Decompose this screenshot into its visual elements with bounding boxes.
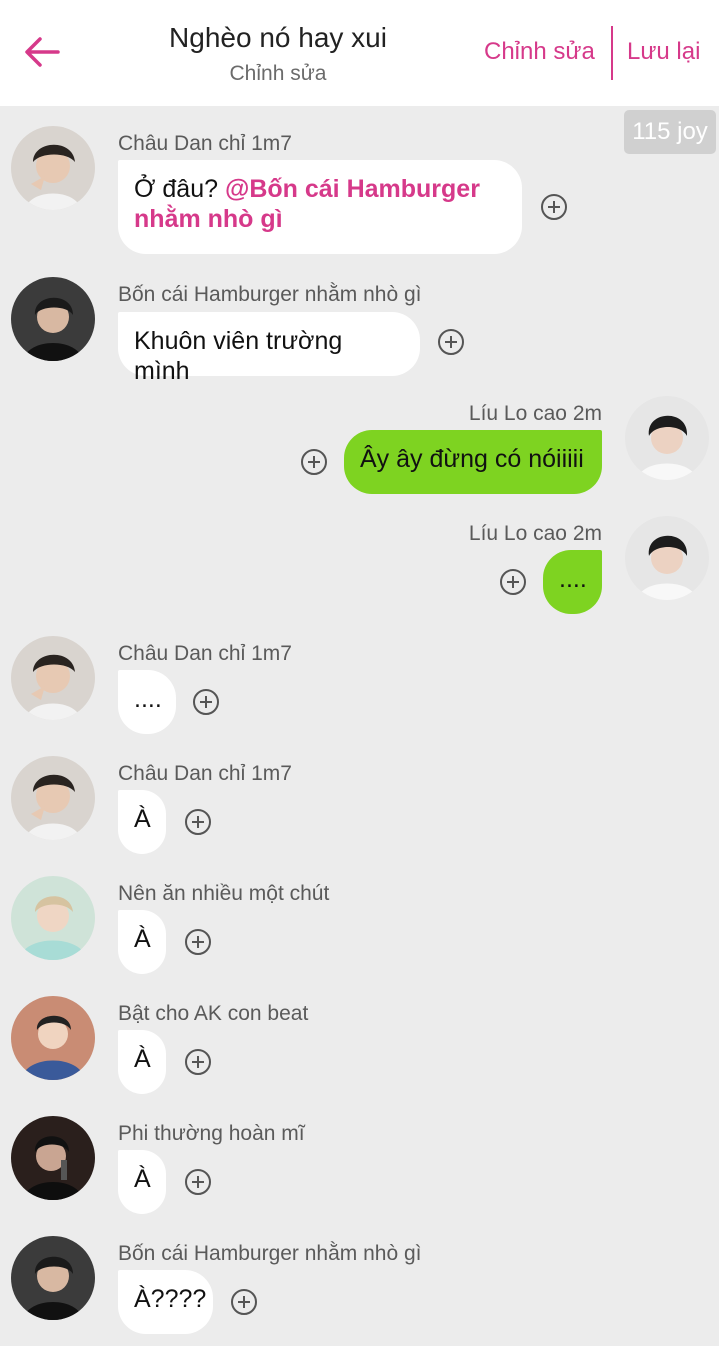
message-text: À (134, 925, 151, 953)
add-reaction-icon[interactable] (185, 1049, 211, 1075)
avatar[interactable] (11, 756, 95, 840)
message-text: .... (559, 565, 587, 593)
sender-name: Líu Lo cao 2m (468, 522, 602, 545)
avatar[interactable] (11, 1236, 95, 1320)
message-bubble[interactable]: Khuôn viên trường mình (118, 312, 420, 385)
message-bubble[interactable]: À (118, 1030, 166, 1094)
message-bubble[interactable]: À (118, 790, 166, 854)
avatar[interactable] (11, 277, 95, 361)
edit-button[interactable]: Chỉnh sửa (484, 38, 595, 66)
message-bubble[interactable]: Ây ây đừng có nóiiiii (344, 430, 602, 494)
avatar[interactable] (11, 1116, 95, 1200)
sender-name: Phi thường hoàn mĩ (118, 1122, 305, 1145)
sender-name: Nên ăn nhiều một chút (118, 882, 330, 905)
add-reaction-icon[interactable] (193, 689, 219, 715)
joy-badge: 115 joy (624, 110, 716, 154)
avatar[interactable] (625, 516, 709, 600)
message-bubble[interactable]: .... (118, 670, 176, 734)
add-reaction-icon[interactable] (301, 449, 327, 475)
avatar[interactable] (625, 396, 709, 480)
message-text: À (134, 1045, 151, 1073)
add-reaction-icon[interactable] (185, 809, 211, 835)
add-reaction-icon[interactable] (438, 329, 464, 355)
header-divider (611, 26, 613, 80)
add-reaction-icon[interactable] (500, 569, 526, 595)
sender-name: Châu Dan chỉ 1m7 (118, 642, 292, 665)
add-reaction-icon[interactable] (185, 1169, 211, 1195)
chat-subtitle: Chỉnh sửa (229, 62, 327, 85)
message-text: À (134, 1165, 151, 1193)
add-reaction-icon[interactable] (541, 194, 567, 220)
sender-name: Bốn cái Hamburger nhằm nhò gì (118, 1242, 422, 1265)
save-button[interactable]: Lưu lại (627, 38, 700, 66)
message-bubble[interactable]: À (118, 910, 166, 974)
message-text: Khuôn viên trường mình (134, 327, 343, 385)
message-text: Ây ây đừng có nóiiiii (360, 445, 584, 473)
sender-name: Châu Dan chỉ 1m7 (118, 762, 292, 785)
message-text: À (134, 805, 151, 833)
avatar[interactable] (11, 126, 95, 210)
sender-name: Bốn cái Hamburger nhằm nhò gì (118, 283, 422, 306)
avatar[interactable] (11, 636, 95, 720)
message-bubble[interactable]: À???? (118, 1270, 213, 1334)
chat-header: Nghèo nó hay xui Chỉnh sửa Chỉnh sửa Lưu… (0, 0, 719, 106)
chat-title: Nghèo nó hay xui (169, 22, 387, 53)
message-text: .... (134, 685, 162, 713)
avatar[interactable] (11, 996, 95, 1080)
message-text: Ở đâu? (134, 175, 225, 203)
sender-name: Líu Lo cao 2m (468, 402, 602, 425)
add-reaction-icon[interactable] (185, 929, 211, 955)
add-reaction-icon[interactable] (231, 1289, 257, 1315)
sender-name: Bật cho AK con beat (118, 1002, 309, 1025)
message-bubble[interactable]: .... (543, 550, 602, 614)
message-bubble[interactable]: À (118, 1150, 166, 1214)
sender-name: Châu Dan chỉ 1m7 (118, 132, 292, 155)
message-bubble[interactable]: Ở đâu? @Bốn cái Hamburger nhằm nhò gì (118, 160, 522, 254)
avatar[interactable] (11, 876, 95, 960)
message-text: À???? (134, 1285, 207, 1313)
